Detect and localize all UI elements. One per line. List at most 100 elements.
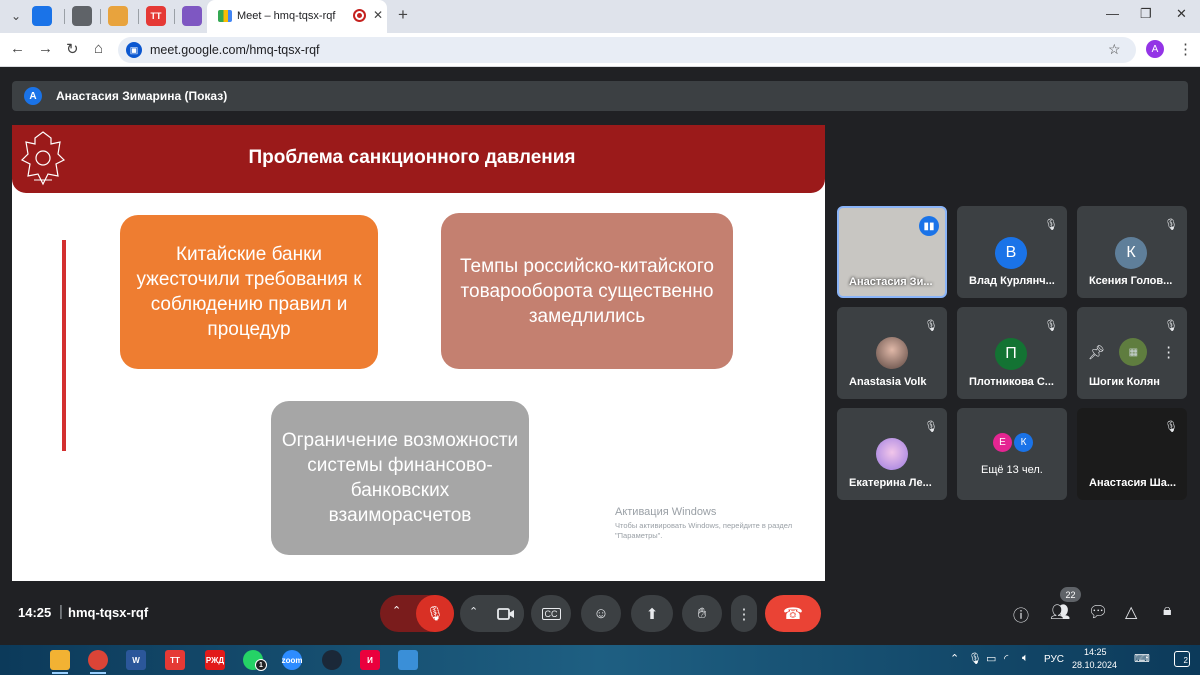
rzd-icon[interactable]: РЖД [205,650,225,670]
file-explorer-icon[interactable] [50,650,70,670]
new-tab-button[interactable]: + [398,5,408,25]
slide-accent-line [62,240,66,451]
captions-button[interactable]: CC [531,595,571,632]
chat-icon[interactable] [182,6,202,26]
close-window-icon[interactable]: ✕ [1176,6,1187,22]
profile-avatar[interactable]: A [1146,40,1164,58]
participant-name: Анастасия Зи... [849,276,933,288]
participant-tile[interactable]: 🎙︎ 📌︎ ▦ ⋮ Шогик Колян [1077,307,1187,399]
word-icon[interactable]: W [126,650,146,670]
mail-icon[interactable] [32,6,52,26]
meeting-code: hmq-tqsx-rqf [68,605,149,620]
raise-hand-button[interactable]: ✋︎ [682,595,722,632]
tab-separator [138,9,139,24]
zoom-icon[interactable]: zoom [282,650,302,670]
address-bar[interactable]: ▣ meet.google.com/hmq-tqsx-rqf [118,37,1136,63]
input-language[interactable]: РУС [1044,654,1064,665]
windows-start-icon[interactable] [10,652,26,668]
participant-tile[interactable]: 🎙︎ Anastasia Volk [837,307,947,399]
watermark-text: Чтобы активировать Windows, перейдите в … [615,521,793,540]
video-settings-chevron-icon[interactable]: ⌃ [469,605,478,618]
tt-icon[interactable]: TT [146,6,166,26]
participant-name: Влад Курлянч... [969,275,1055,287]
meeting-details-icon[interactable]: ⓘ [1013,602,1029,626]
mic-off-icon: 🎙︎ [1164,319,1178,332]
presenter-name: Анастасия Зимарина (Показ) [56,89,228,103]
minimize-icon[interactable]: — [1106,6,1119,21]
browser-tab-strip: ⌄ TT Meet – hmq-tqsx-rqf ✕ + — ❐ ✕ [0,0,1200,33]
steam-icon[interactable] [322,650,342,670]
forward-icon[interactable]: → [38,40,53,57]
mic-off-icon: 🎙︎ [1164,420,1178,433]
home-icon[interactable]: ⌂ [94,40,103,57]
google-meet-icon [218,10,232,22]
participant-tile[interactable]: 🎙︎ П Плотникова С... [957,307,1067,399]
emoji-icon: ☺ [593,605,609,622]
close-tab-icon[interactable]: ✕ [373,8,383,22]
ivi-icon[interactable]: И [360,650,380,670]
clock-time[interactable]: 14:25 [1084,647,1107,657]
participant-tile[interactable]: 🎙︎ В Влад Курлянч... [957,206,1067,298]
participant-avatar: К [1115,237,1147,269]
participant-name: Анастасия Ша... [1089,477,1177,489]
tt-app-icon[interactable]: TT [165,650,185,670]
tab-separator [174,9,175,24]
participant-avatar: В [995,237,1027,269]
tray-chevron-icon[interactable]: ⌃ [950,652,959,665]
participant-tile[interactable]: ▮▮ Анастасия Зи... [837,206,947,298]
tab-meet[interactable]: Meet – hmq-tqsx-rqf ✕ [207,0,387,33]
hand-icon: ✋︎ [697,605,707,622]
slides-icon[interactable] [108,6,128,26]
restore-icon[interactable]: ❐ [1140,6,1152,22]
mic-off-icon: 🎙︎ [1044,218,1058,231]
more-options-icon[interactable]: ⋮ [1161,343,1176,361]
mic-off-button[interactable]: 🎙︎ [416,595,454,632]
site-info-icon[interactable]: ▣ [126,42,142,58]
profile-icon[interactable] [72,6,92,26]
windows-taskbar: W TT РЖД 1 zoom И ⌃ 🎙︎ ▭ ◜ 🔈︎ РУС 14:25 28.10… [0,645,1200,675]
presenter-avatar: A [24,87,42,105]
chrome-icon[interactable] [88,650,108,670]
audio-settings-chevron-icon[interactable]: ⌃ [392,604,401,617]
participant-avatar: Е [993,433,1012,452]
mic-off-icon: 🎙︎ [1044,319,1058,332]
keyboard-icon[interactable]: ⌨︎ [1134,652,1150,665]
present-screen-button[interactable]: ⬆ [631,595,673,632]
reload-icon[interactable]: ↻ [66,40,79,58]
activities-icon[interactable]: △ [1125,602,1137,622]
clock-date[interactable]: 28.10.2024 [1072,660,1117,670]
participant-name: Шогик Колян [1089,376,1160,388]
back-icon[interactable]: ← [10,40,25,57]
mic-off-icon: 🎙︎ [1164,218,1178,231]
meeting-separator: | [59,603,63,620]
leave-call-button[interactable]: ☎︎ [765,595,821,632]
emoji-reactions-button[interactable]: ☺ [581,595,621,632]
participant-tile[interactable]: 🎙︎ К Ксения Голов... [1077,206,1187,298]
notifications-icon[interactable]: 2 [1174,651,1190,667]
participant-avatar: К [1014,433,1033,452]
volume-icon: 🔈︎ [1022,652,1029,664]
bookmark-star-icon[interactable]: ☆ [1108,41,1121,58]
participant-tile[interactable]: 🎙︎ Екатерина Ле... [837,408,947,500]
browser-menu-icon[interactable]: ⋮ [1178,40,1193,58]
participant-name: Anastasia Volk [849,376,927,388]
slide-box-trade: Темпы российско-китайского товарооборота… [441,213,733,369]
chat-icon[interactable]: 💬︎ [1088,602,1108,622]
participant-avatars: Е К [993,433,1033,452]
pin-icon[interactable]: 📌︎ [1088,344,1106,361]
more-participants-tile[interactable]: Е К Ещё 13 чел. [957,408,1067,500]
tab-search-icon[interactable]: ⌄ [4,5,28,27]
battery-icon: ▭ [986,653,997,665]
ie-icon[interactable] [398,650,418,670]
tile-hover-controls: 📌︎ ▦ ⋮ [1081,337,1183,367]
tab-separator [100,9,101,24]
speaking-indicator-icon: ▮▮ [919,216,939,236]
url-text[interactable]: meet.google.com/hmq-tqsx-rqf [150,43,320,57]
camera-button[interactable] [488,595,524,632]
participant-tile[interactable]: 🎙︎ Анастасия Ша... [1077,408,1187,500]
host-controls-icon[interactable]: 🔒︎ [1163,602,1172,620]
people-icon[interactable]: 👥︎ [1050,602,1070,622]
more-options-button[interactable]: ⋮ [731,595,757,632]
microphone-control: ⌃ 🎙︎ [380,595,454,632]
running-app-indicator [52,672,68,674]
